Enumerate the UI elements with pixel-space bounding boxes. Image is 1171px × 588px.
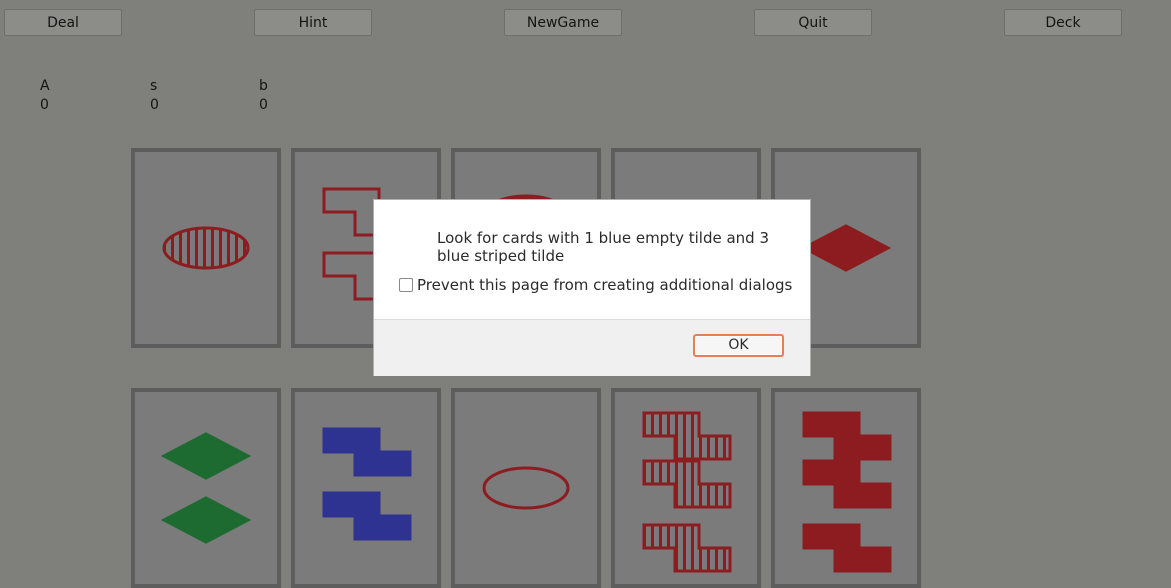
card-face — [802, 411, 892, 573]
oval-symbol — [162, 226, 250, 270]
tilde-symbol — [802, 523, 892, 573]
score-value: 0 — [259, 97, 268, 113]
card-7[interactable] — [291, 388, 441, 588]
prevent-dialogs-option[interactable]: Prevent this page from creating addition… — [399, 276, 792, 294]
tilde-symbol — [642, 411, 732, 461]
oval-symbol — [482, 466, 570, 510]
card-face — [482, 466, 570, 510]
score-label: s — [150, 78, 158, 94]
dialog-footer: OK — [374, 319, 810, 376]
card-9[interactable] — [611, 388, 761, 588]
tilde-symbol — [642, 523, 732, 573]
score-label: b — [259, 78, 268, 94]
deal-button[interactable]: Deal — [4, 9, 122, 36]
card-face — [322, 427, 412, 541]
tilde-symbol — [322, 491, 412, 541]
diamond-symbol — [160, 496, 252, 544]
score-value: 0 — [40, 97, 49, 113]
diamond-symbol — [160, 432, 252, 480]
score-column: b 0 — [259, 77, 268, 115]
tilde-symbol — [322, 427, 412, 477]
card-8[interactable] — [451, 388, 601, 588]
new-game-button[interactable]: NewGame — [504, 9, 622, 36]
card-10[interactable] — [771, 388, 921, 588]
card-face — [642, 411, 732, 573]
prevent-dialogs-checkbox[interactable] — [399, 278, 413, 292]
deck-button[interactable]: Deck — [1004, 9, 1122, 36]
alert-dialog: Look for cards with 1 blue empty tilde a… — [373, 199, 811, 376]
diamond-symbol — [800, 224, 892, 272]
card-face — [162, 226, 250, 270]
prevent-dialogs-label: Prevent this page from creating addition… — [417, 276, 793, 294]
card-1[interactable] — [131, 148, 281, 348]
score-label: A — [40, 78, 50, 94]
score-value: 0 — [150, 97, 159, 113]
dialog-message: Look for cards with 1 blue empty tilde a… — [437, 229, 769, 265]
tilde-symbol — [802, 411, 892, 461]
card-6[interactable] — [131, 388, 281, 588]
score-column: A 0 — [40, 77, 50, 115]
tilde-symbol — [802, 459, 892, 509]
score-column: s 0 — [150, 77, 159, 115]
card-face — [160, 432, 252, 544]
quit-button[interactable]: Quit — [754, 9, 872, 36]
ok-button[interactable]: OK — [693, 334, 784, 357]
tilde-symbol — [642, 459, 732, 509]
hint-button[interactable]: Hint — [254, 9, 372, 36]
